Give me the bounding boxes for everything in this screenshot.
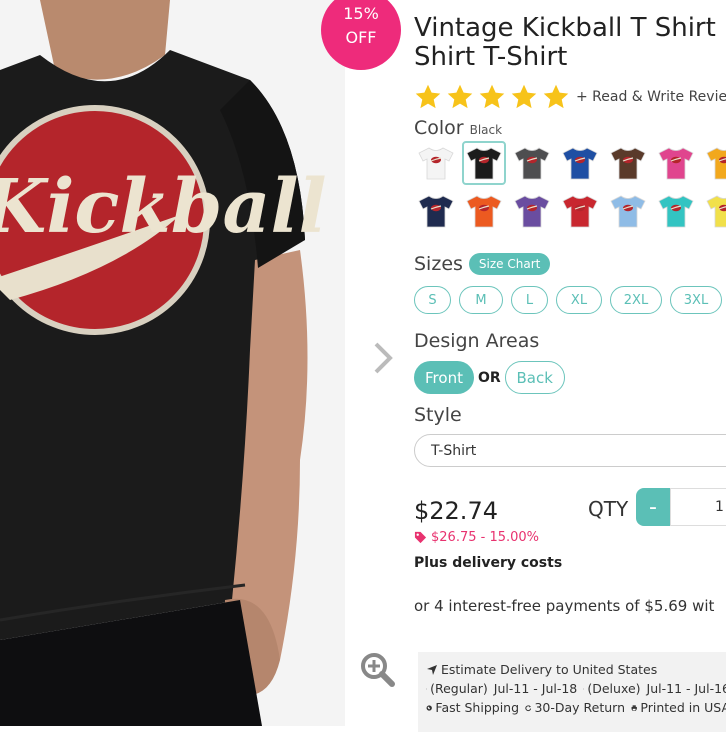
- product-title: Vintage Kickball T Shirt R Shirt T-Shirt: [414, 14, 726, 72]
- size-option-s[interactable]: S: [414, 286, 451, 314]
- tshirt-icon: [706, 195, 726, 228]
- delivery-estimate-label: Estimate Delivery to United States: [441, 662, 658, 677]
- selected-color-value: Black: [469, 123, 503, 137]
- color-swatch-aqua[interactable]: [654, 189, 698, 233]
- tshirt-icon: [514, 147, 550, 180]
- product-image[interactable]: Kickball: [0, 0, 345, 726]
- color-swatch-white[interactable]: [414, 141, 458, 185]
- deluxe-shipping-dates: Jul-11 - Jul-16: [646, 681, 726, 696]
- tshirt-icon: [658, 195, 694, 228]
- color-swatch-orange[interactable]: [462, 189, 506, 233]
- chevron-right-icon: [426, 687, 428, 690]
- size-options: S M L XL 2XL 3XL: [414, 286, 726, 314]
- size-option-l[interactable]: L: [511, 286, 548, 314]
- size-option-xl[interactable]: XL: [556, 286, 602, 314]
- current-price: $22.74: [414, 497, 498, 525]
- tshirt-icon: [562, 147, 598, 180]
- tshirt-icon: [418, 195, 454, 228]
- qty-input[interactable]: 1: [670, 488, 726, 526]
- discount-percent: 15%: [343, 4, 379, 23]
- delivery-info-box: Estimate Delivery to United States (Regu…: [418, 652, 726, 732]
- chevron-right-icon: [583, 687, 585, 690]
- installments-note: or 4 interest-free payments of $5.69 wit: [414, 597, 715, 615]
- regular-shipping-dates: Jul-11 - Jul-18: [493, 681, 578, 696]
- original-price: $26.75 - 15.00%: [431, 530, 540, 545]
- design-front-button[interactable]: Front: [414, 361, 474, 394]
- tshirt-icon: [466, 195, 502, 228]
- star-icon: [447, 84, 473, 109]
- product-title-line2: Shirt T-Shirt: [414, 42, 568, 72]
- color-swatch-light-blue[interactable]: [606, 189, 650, 233]
- sizes-label-row: Sizes Size Chart: [414, 253, 551, 275]
- printer-icon: [631, 704, 637, 711]
- star-icon: [511, 84, 537, 109]
- tag-icon: [414, 531, 427, 544]
- color-swatch-navy[interactable]: [414, 189, 458, 233]
- location-arrow-icon: [427, 664, 437, 675]
- discount-off-label: OFF: [345, 28, 377, 47]
- color-swatch-purple[interactable]: [510, 189, 554, 233]
- color-swatch-yellow[interactable]: [702, 189, 726, 233]
- tshirt-icon: [706, 147, 726, 180]
- read-write-review-link[interactable]: + Read & Write Review: [576, 89, 726, 105]
- color-swatch-brown[interactable]: [606, 141, 650, 185]
- size-chart-button[interactable]: Size Chart: [468, 253, 551, 275]
- design-areas-label: Design Areas: [414, 330, 540, 352]
- star-icon: [543, 84, 569, 109]
- size-option-2xl[interactable]: 2XL: [610, 286, 662, 314]
- design-back-button[interactable]: Back: [504, 361, 565, 394]
- design-or-label: OR: [478, 369, 501, 386]
- zoom-in-icon[interactable]: [358, 650, 398, 690]
- rating-row: + Read & Write Review: [414, 83, 726, 111]
- tshirt-icon: [466, 147, 502, 180]
- regular-shipping-label: (Regular): [430, 681, 488, 696]
- original-price-row: $26.75 - 15.00%: [414, 530, 539, 545]
- tshirt-icon: [658, 147, 694, 180]
- color-swatch-royal-blue[interactable]: [558, 141, 602, 185]
- style-label: Style: [414, 404, 462, 426]
- fast-shipping-label: Fast Shipping: [435, 700, 520, 715]
- discount-badge: 15% OFF: [321, 0, 401, 70]
- tshirt-icon: [418, 147, 454, 180]
- tshirt-icon: [562, 195, 598, 228]
- printed-in-usa-label: Printed in USA: [640, 700, 726, 715]
- size-option-3xl[interactable]: 3XL: [670, 286, 722, 314]
- qty-label: QTY: [588, 497, 629, 521]
- color-swatch-black[interactable]: [462, 141, 506, 185]
- tshirt-icon: [610, 195, 646, 228]
- tshirt-icon: [514, 195, 550, 228]
- shirt-print-text: Kickball: [0, 164, 327, 250]
- color-swatch-red[interactable]: [558, 189, 602, 233]
- star-icon: [479, 84, 505, 109]
- color-label-row: Color Black: [414, 117, 502, 139]
- globe-icon: [426, 704, 432, 711]
- chevron-right-icon[interactable]: [368, 338, 398, 378]
- color-swatch-pink[interactable]: [654, 141, 698, 185]
- product-title-line1: Vintage Kickball T Shirt R: [414, 13, 726, 43]
- color-swatch-dark-grey[interactable]: [510, 141, 554, 185]
- style-select[interactable]: T-Shirt: [414, 434, 726, 467]
- tshirt-icon: [610, 147, 646, 180]
- color-swatch-gold[interactable]: [702, 141, 726, 185]
- return-policy-label: 30-Day Return: [534, 700, 625, 715]
- qty-decrease-button[interactable]: -: [636, 488, 670, 526]
- delivery-costs-note: Plus delivery costs: [414, 555, 563, 571]
- star-icon: [415, 84, 441, 109]
- deluxe-shipping-label: (Deluxe): [587, 681, 641, 696]
- sizes-label: Sizes: [414, 253, 463, 275]
- return-icon: [525, 704, 532, 711]
- color-label: Color: [414, 117, 464, 139]
- design-area-options: Front OR Back: [414, 361, 565, 394]
- size-option-m[interactable]: M: [459, 286, 503, 314]
